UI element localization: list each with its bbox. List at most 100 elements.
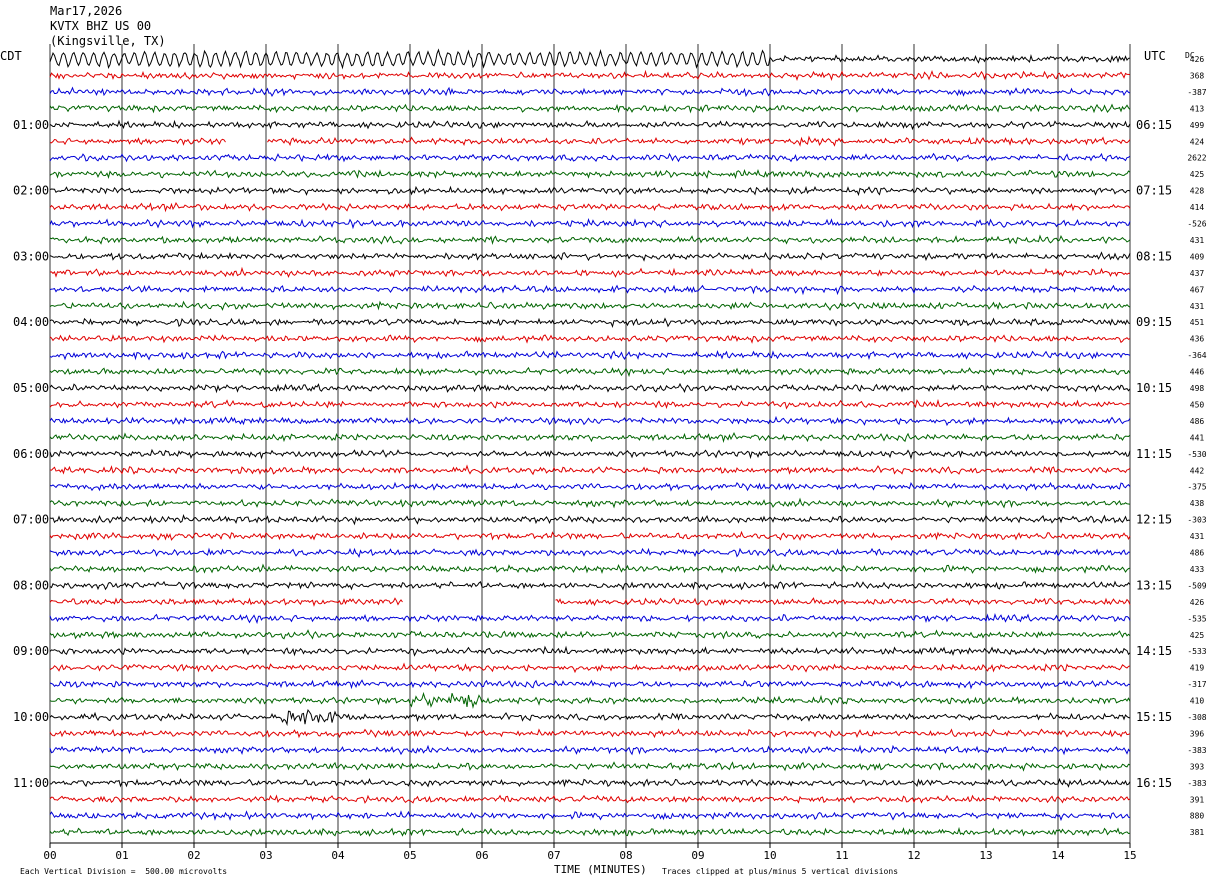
dc-offset-label: 410 (1190, 697, 1205, 706)
trace-row (49, 810, 1131, 822)
dc-offset-label: 368 (1190, 71, 1205, 80)
utc-hour-label: 07:15 (1136, 184, 1172, 198)
trace-row (49, 317, 1131, 328)
cdt-hour-label: 08:00 (13, 578, 49, 592)
trace-row (49, 547, 1131, 559)
dc-offset-label: 486 (1190, 549, 1205, 558)
dc-offset-label: -509 (1187, 581, 1206, 590)
dc-offset-label: 381 (1190, 828, 1205, 837)
trace-row (50, 777, 1131, 788)
dc-offset-label: 413 (1190, 104, 1205, 113)
utc-hour-label: 14:15 (1136, 644, 1172, 658)
trace-row (49, 284, 1131, 296)
trace-row (49, 662, 1131, 674)
dc-offset-label: -387 (1187, 88, 1206, 97)
trace-row (49, 48, 1131, 70)
dc-offset-label: 425 (1190, 170, 1205, 179)
utc-hour-label: 16:15 (1136, 776, 1172, 790)
x-tick-label: 04 (331, 849, 345, 862)
dc-offset-label: -317 (1187, 680, 1206, 689)
dc-offset-label: -308 (1187, 713, 1206, 722)
trace-row (49, 761, 1131, 772)
trace-row (49, 464, 1131, 476)
dc-offset-label: 438 (1190, 499, 1205, 508)
x-tick-label: 06 (475, 849, 488, 862)
x-axis-label: TIME (MINUTES) (554, 863, 647, 876)
dc-offset-label: 424 (1190, 137, 1205, 146)
trace-row (49, 266, 1131, 279)
trace-row (49, 612, 1131, 625)
utc-hour-label: 10:15 (1136, 381, 1172, 395)
trace-row (49, 185, 1131, 197)
trace-row (49, 563, 1131, 574)
dc-offset-label: 431 (1190, 236, 1205, 245)
trace-row (49, 597, 1131, 607)
dc-offset-label: 2622 (1187, 154, 1206, 163)
dc-offset-label: 451 (1190, 318, 1205, 327)
trace-row (49, 728, 1131, 739)
dc-offset-label: 498 (1190, 384, 1205, 393)
x-tick-label: 03 (259, 849, 272, 862)
trace-row (49, 744, 1131, 756)
cdt-hour-label: 05:00 (13, 381, 49, 395)
trace-row (49, 234, 1131, 246)
cdt-hour-label: 10:00 (13, 710, 49, 724)
trace-row (49, 366, 1131, 378)
utc-hour-label: 06:15 (1136, 118, 1172, 132)
cdt-hour-label: 09:00 (13, 644, 49, 658)
dc-offset-label: -383 (1187, 746, 1206, 755)
cdt-hour-label: 02:00 (13, 184, 49, 198)
cdt-hour-label: 04:00 (13, 315, 49, 329)
trace-row (49, 69, 1131, 82)
trace-row (49, 481, 1131, 492)
trace-row (49, 415, 1131, 427)
trace-row (49, 86, 1131, 98)
dc-offset-label: -526 (1187, 220, 1206, 229)
cdt-hour-label: 03:00 (13, 249, 49, 263)
utc-hour-label: 11:15 (1136, 447, 1172, 461)
trace-row (49, 103, 1131, 114)
utc-hour-label: 08:15 (1136, 249, 1172, 263)
dc-offset-label: 433 (1190, 565, 1205, 574)
dc-offset-label: 499 (1190, 121, 1205, 130)
dc-offset-label: 419 (1190, 664, 1205, 673)
trace-row (49, 350, 1131, 361)
dc-offset-label: 414 (1190, 203, 1205, 212)
cdt-hour-label: 01:00 (13, 118, 49, 132)
dc-offset-label: 431 (1190, 532, 1205, 541)
trace-row (49, 382, 1131, 394)
dc-offset-label: 486 (1190, 417, 1205, 426)
time-grid (49, 44, 1131, 848)
trace-row (49, 152, 1131, 163)
x-tick-label: 07 (547, 849, 560, 862)
x-tick-label: 08 (619, 849, 632, 862)
trace-row (49, 119, 1131, 131)
x-tick-label: 15 (1123, 849, 1136, 862)
trace-row (49, 168, 1131, 180)
trace-row (49, 691, 1131, 709)
dc-offset-label: 425 (1190, 631, 1205, 640)
trace-row (49, 202, 1131, 213)
trace-row (49, 794, 1131, 804)
x-tick-label: 02 (187, 849, 200, 862)
dc-offset-label: -530 (1187, 450, 1206, 459)
trace-row (49, 251, 1131, 262)
x-tick-label: 09 (691, 849, 704, 862)
dc-offset-label: -383 (1187, 779, 1206, 788)
trace-row (49, 629, 1131, 640)
trace-row (49, 217, 1131, 230)
dc-offset-label: 442 (1190, 466, 1205, 475)
x-tick-label: 05 (403, 849, 416, 862)
dc-offset-label: 426 (1190, 55, 1205, 64)
cdt-hour-label: 11:00 (13, 776, 49, 790)
clip-note: Traces clipped at plus/minus 5 vertical … (662, 867, 899, 876)
utc-hour-label: 12:15 (1136, 513, 1172, 527)
trace-row (49, 826, 1131, 837)
seismic-traces (49, 48, 1131, 837)
dc-offset-label: 446 (1190, 368, 1205, 377)
dc-offset-label: 409 (1190, 252, 1205, 261)
dc-offset-label: 391 (1190, 795, 1205, 804)
dc-offset-label: 467 (1190, 285, 1205, 294)
dc-offset-label: -535 (1187, 614, 1206, 623)
utc-hour-label: 09:15 (1136, 315, 1172, 329)
